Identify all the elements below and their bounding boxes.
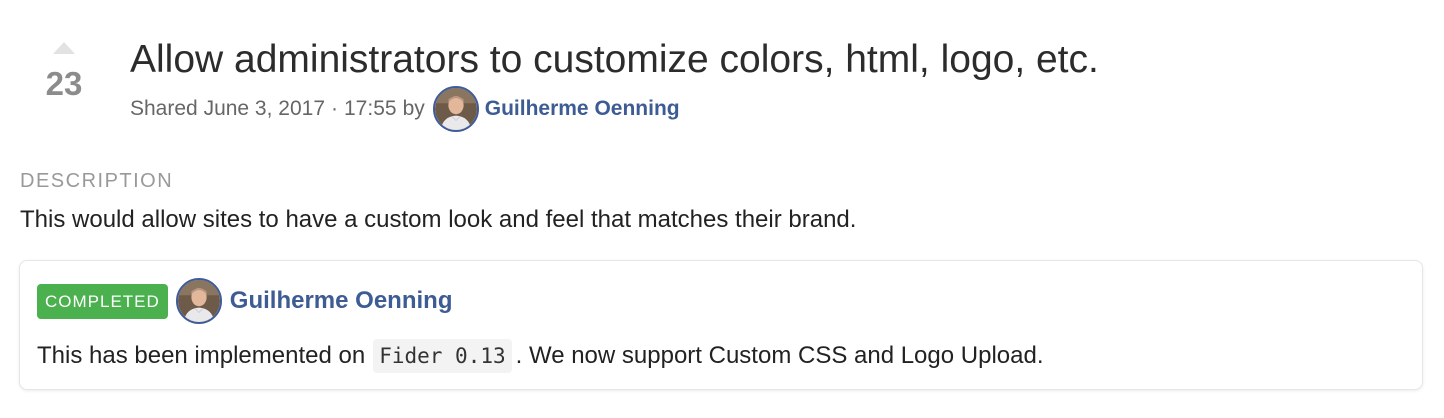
meta-separator: · — [331, 97, 338, 120]
response-card: Completed Guilherme Oenning This has bee… — [19, 260, 1423, 390]
response-text-before: This has been implemented on — [37, 342, 366, 369]
version-code: Fider 0.13 — [373, 339, 512, 373]
response-header: Completed Guilherme Oenning — [37, 277, 453, 325]
description-text: This would allow sites to have a custom … — [20, 206, 857, 233]
response-text: This has been implemented on Fider 0.13 … — [37, 339, 1044, 373]
vote-count: 23 — [45, 65, 83, 102]
shared-by: by — [402, 97, 425, 120]
status-badge: Completed — [37, 283, 168, 319]
idea-title: Allow administrators to customize colors… — [130, 38, 1099, 81]
shared-prefix: Shared — [130, 97, 198, 120]
description-label: Description — [20, 170, 174, 192]
avatar-image — [177, 280, 220, 322]
response-text-after: . We now support Custom CSS and Logo Upl… — [515, 342, 1044, 369]
shared-time: 17:55 — [344, 97, 397, 120]
shared-date: June 3, 2017 — [203, 97, 325, 120]
vote-widget: 23 — [36, 42, 92, 102]
responder-link[interactable]: Guilherme Oenning — [230, 287, 453, 315]
responder-avatar[interactable] — [175, 278, 222, 324]
author-avatar[interactable] — [432, 86, 479, 132]
author-link[interactable]: Guilherme Oenning — [485, 97, 680, 121]
upvote-arrow-icon[interactable] — [53, 42, 75, 54]
idea-meta: Shared June 3, 2017 · 17:55 by Guilherme… — [130, 86, 680, 132]
avatar-image — [434, 88, 477, 130]
